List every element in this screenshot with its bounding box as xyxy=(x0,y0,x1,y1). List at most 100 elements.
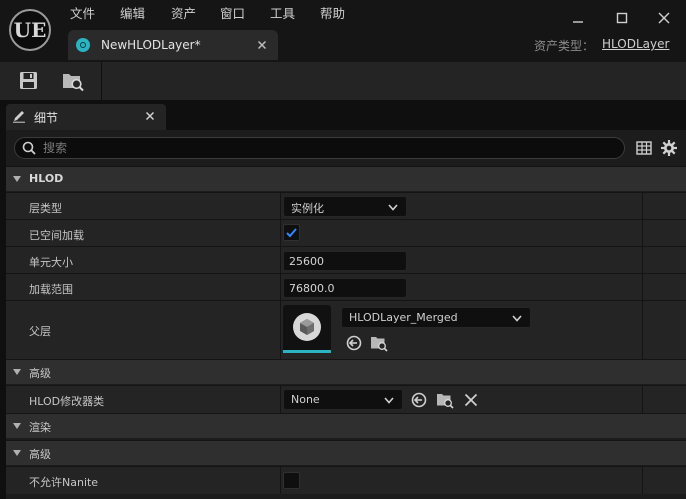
close-icon xyxy=(145,111,155,121)
menu-file[interactable]: 文件 xyxy=(70,4,95,24)
numeric-value: 25600 xyxy=(289,255,324,268)
unreal-logo[interactable]: UE xyxy=(9,9,51,51)
document-tab[interactable]: NewHLODLayer* xyxy=(68,30,278,60)
use-selected-class-button[interactable] xyxy=(410,391,428,409)
property-label: 父层 xyxy=(29,325,51,338)
chevron-down-icon xyxy=(384,397,394,404)
browse-to-class-button[interactable] xyxy=(436,391,454,409)
search-input[interactable] xyxy=(43,139,603,157)
save-icon xyxy=(20,72,37,89)
asset-type-link[interactable]: HLODLayer xyxy=(602,37,669,51)
browse-to-asset-icon xyxy=(63,74,84,92)
details-tab-label: 细节 xyxy=(34,111,59,125)
expand-arrow-icon xyxy=(13,450,21,456)
category-rendering[interactable]: 渲染 xyxy=(6,413,686,438)
close-icon xyxy=(257,40,267,50)
chevron-down-icon xyxy=(388,204,398,211)
toolbar-separator xyxy=(101,62,102,100)
property-matrix-icon[interactable] xyxy=(636,140,652,156)
asset-toolbar xyxy=(0,62,686,100)
menu-asset[interactable]: 资产 xyxy=(171,4,196,24)
property-name-cell: HLOD修改器类 xyxy=(6,386,281,413)
document-tab-label: NewHLODLayer* xyxy=(101,38,201,52)
category-advanced-rendering[interactable]: 高级 xyxy=(6,440,686,465)
column-divider xyxy=(642,193,643,219)
category-label: 高级 xyxy=(29,367,51,380)
save-button[interactable] xyxy=(16,68,42,94)
checkmark-icon xyxy=(286,228,297,238)
property-name-cell: 父层 xyxy=(6,301,281,359)
document-tab-close-button[interactable] xyxy=(254,37,270,53)
expand-arrow-icon xyxy=(13,423,21,429)
browse-to-asset-button[interactable] xyxy=(60,68,86,94)
property-name-cell: 不允许Nanite xyxy=(6,467,281,494)
use-selected-icon xyxy=(346,335,362,351)
numeric-value: 76800.0 xyxy=(289,282,335,295)
asset-thumbnail[interactable] xyxy=(283,305,331,353)
hlod-layer-asset-icon xyxy=(76,38,90,52)
property-label: 单元大小 xyxy=(29,256,73,269)
browse-to-asset-icon xyxy=(371,337,388,352)
property-row-parent-layer: 父层 HLODLayer_Merged xyxy=(6,300,686,359)
clear-class-button[interactable] xyxy=(462,391,480,409)
dropdown-value: HLODLayer_Merged xyxy=(349,311,458,324)
column-divider xyxy=(642,247,643,273)
details-tab-close-button[interactable] xyxy=(143,109,157,123)
category-label: 高级 xyxy=(29,448,51,461)
menu-edit[interactable]: 编辑 xyxy=(120,4,145,24)
property-label: 加载范围 xyxy=(29,283,73,296)
chevron-down-icon xyxy=(512,315,522,322)
column-divider xyxy=(642,386,643,413)
title-bar: UE 文件 编辑 资产 窗口 工具 帮助 NewHLODLayer* 资产类型：… xyxy=(0,0,686,62)
category-advanced[interactable]: 高级 xyxy=(6,359,686,384)
column-divider xyxy=(642,274,643,300)
search-box[interactable] xyxy=(14,137,625,159)
hlod-modifier-class-dropdown[interactable]: None xyxy=(283,389,403,410)
details-tab[interactable]: 细节 xyxy=(6,104,166,130)
property-label: 已空间加载 xyxy=(29,229,84,242)
close-window-button[interactable] xyxy=(652,8,676,30)
menu-window[interactable]: 窗口 xyxy=(220,4,245,24)
cube-icon xyxy=(293,313,321,341)
property-row-disallow-nanite: 不允许Nanite xyxy=(6,466,686,494)
disallow-nanite-checkbox[interactable] xyxy=(283,472,300,489)
minimize-button[interactable] xyxy=(566,8,590,30)
search-row xyxy=(6,130,686,166)
property-label: 层类型 xyxy=(29,202,62,215)
details-panel: HLOD 层类型 实例化 已空间加载 单元大小 25600 加载范围 76800… xyxy=(6,130,686,499)
search-icon xyxy=(22,141,36,155)
property-label: HLOD修改器类 xyxy=(29,395,105,408)
expand-arrow-icon xyxy=(13,369,21,375)
asset-type-color-bar xyxy=(283,350,331,353)
spatially-loaded-checkbox[interactable] xyxy=(283,224,300,241)
expand-arrow-icon xyxy=(13,176,21,182)
property-row-cell-size: 单元大小 25600 xyxy=(6,246,686,273)
browse-to-parent-asset-button[interactable] xyxy=(370,334,388,352)
close-icon xyxy=(464,393,478,407)
menu-help[interactable]: 帮助 xyxy=(320,4,345,24)
loading-range-input[interactable]: 76800.0 xyxy=(283,278,407,298)
panel-tab-row: 细节 xyxy=(0,100,686,130)
gear-icon[interactable] xyxy=(660,139,678,157)
use-selected-asset-button[interactable] xyxy=(345,334,363,352)
column-divider xyxy=(642,220,643,246)
maximize-button[interactable] xyxy=(610,8,634,30)
minimize-icon xyxy=(573,21,583,23)
browse-to-asset-icon xyxy=(437,394,454,409)
property-label: 不允许Nanite xyxy=(29,476,99,489)
close-icon xyxy=(658,12,670,24)
category-hlod[interactable]: HLOD xyxy=(6,166,686,191)
category-label: 渲染 xyxy=(29,421,51,434)
property-row-spatially-loaded: 已空间加载 xyxy=(6,219,686,246)
layer-type-dropdown[interactable]: 实例化 xyxy=(283,196,407,217)
menu-tools[interactable]: 工具 xyxy=(270,4,295,24)
parent-layer-asset-picker[interactable]: HLODLayer_Merged xyxy=(341,307,531,328)
column-divider xyxy=(642,301,643,359)
pencil-icon xyxy=(13,111,25,123)
column-divider xyxy=(642,467,643,494)
property-name-cell: 单元大小 xyxy=(6,247,281,273)
property-row-hlod-modifier-class: HLOD修改器类 None xyxy=(6,385,686,413)
use-selected-icon xyxy=(411,392,427,408)
property-row-loading-range: 加载范围 76800.0 xyxy=(6,273,686,300)
cell-size-input[interactable]: 25600 xyxy=(283,251,407,271)
